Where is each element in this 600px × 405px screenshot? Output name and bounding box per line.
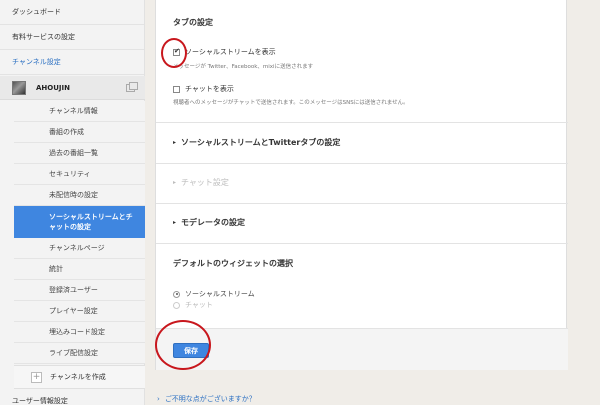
sidebar-item-security[interactable]: セキュリティ — [14, 164, 145, 185]
radio-label: チャット — [185, 301, 213, 309]
sidebar-item-live-settings[interactable]: ライブ配信設定 — [14, 343, 145, 364]
sidebar-item-label: 過去の番組一覧 — [49, 149, 98, 157]
sidebar-item-label: ソーシャルストリームとチ ャットの設定 — [49, 212, 133, 231]
divider — [156, 243, 568, 244]
sidebar-item-label: 有料サービスの設定 — [12, 33, 75, 41]
chat-label: チャットを表示 — [185, 85, 234, 93]
moderator-section-toggle[interactable]: ▸ モデレータの設定 — [173, 217, 245, 228]
social-stream-option[interactable]: ソーシャルストリームを表示 — [173, 47, 276, 57]
divider — [156, 122, 568, 123]
settings-panel: タブの設定 ソーシャルストリームを表示 メッセージが Twitter、Faceb… — [155, 0, 568, 370]
divider — [156, 203, 568, 204]
widget-radio-social[interactable]: ソーシャルストリーム — [173, 289, 255, 299]
chevron-right-icon: › — [157, 395, 160, 403]
sidebar-item-label: チャンネルページ — [49, 244, 105, 252]
sidebar-item-label: ユーザー情報設定 — [12, 397, 68, 405]
sidebar-item-past-programs[interactable]: 過去の番組一覧 — [14, 143, 145, 164]
section-label: ソーシャルストリームとTwitterタブの設定 — [181, 138, 341, 147]
chat-checkbox[interactable] — [173, 85, 180, 93]
create-channel-button[interactable]: + チャンネルを作成 — [14, 365, 145, 389]
default-widget-title: デフォルトのウィジェットの選択 — [173, 259, 293, 268]
caret-right-icon: ▸ — [173, 179, 177, 186]
sidebar-item-label: チャンネル情報 — [49, 107, 98, 115]
sidebar-item-paid-services[interactable]: 有料サービスの設定 — [0, 25, 144, 50]
help-link-label: ご不明な点がございますか？ — [164, 395, 256, 403]
create-channel-label: チャンネルを作成 — [50, 373, 106, 381]
tab-settings-title: タブの設定 — [173, 18, 213, 27]
chat-description: 視聴者へのメッセージがチャットで送信されます。このメッセージはSNSには送信され… — [173, 100, 409, 106]
sidebar: ダッシュボード 有料サービスの設定 チャンネル設定 AHOUJIN チャンネル情… — [0, 0, 145, 405]
form-footer: 保存 — [156, 328, 568, 370]
sidebar-item-offline-settings[interactable]: 未配信時の設定 — [14, 185, 145, 206]
sidebar-item-statistics[interactable]: 統計 — [14, 259, 145, 280]
sidebar-item-label: チャンネル設定 — [12, 58, 61, 66]
sidebar-item-label: ダッシュボード — [12, 8, 61, 16]
channel-selector[interactable]: AHOUJIN — [0, 76, 145, 100]
sidebar-item-label: 登録済ユーザー — [49, 286, 98, 294]
sidebar-item-label: 未配信時の設定 — [49, 191, 98, 199]
sidebar-item-user-info[interactable]: ユーザー情報設定 — [0, 396, 145, 405]
sidebar-item-create-program[interactable]: 番組の作成 — [14, 122, 145, 143]
save-button[interactable]: 保存 — [173, 343, 209, 358]
sidebar-item-social-chat-settings[interactable]: ソーシャルストリームとチ ャットの設定 — [14, 206, 145, 238]
widget-radio-chat[interactable]: チャット — [173, 300, 213, 310]
sidebar-item-label: ライブ配信設定 — [49, 349, 98, 357]
main-content: タブの設定 ソーシャルストリームを表示 メッセージが Twitter、Faceb… — [145, 0, 600, 405]
caret-right-icon: ▸ — [173, 139, 177, 146]
copy-icon[interactable] — [126, 82, 138, 92]
avatar — [12, 80, 26, 95]
sidebar-item-channel-settings[interactable]: チャンネル設定 — [0, 50, 144, 75]
sidebar-item-embed-code[interactable]: 埋込みコード設定 — [14, 322, 145, 343]
sidebar-item-label: 統計 — [49, 265, 63, 273]
sidebar-item-label: プレイヤー設定 — [49, 307, 98, 315]
sidebar-item-player-settings[interactable]: プレイヤー設定 — [14, 301, 145, 322]
section-label: チャット設定 — [181, 178, 229, 187]
channel-name: AHOUJIN — [36, 83, 70, 92]
channel-submenu: チャンネル情報 番組の作成 過去の番組一覧 セキュリティ 未配信時の設定 ソーシ… — [14, 101, 145, 364]
sidebar-item-label: 埋込みコード設定 — [49, 328, 105, 336]
radio-button[interactable] — [173, 290, 180, 298]
help-link[interactable]: › ご不明な点がございますか？ — [157, 394, 256, 404]
social-stream-description: メッセージが Twitter、Facebook、mixiに送信されます — [173, 64, 314, 70]
sidebar-item-channel-page[interactable]: チャンネルページ — [14, 238, 145, 259]
section-label: モデレータの設定 — [181, 218, 246, 227]
divider — [156, 163, 568, 164]
radio-label: ソーシャルストリーム — [185, 290, 255, 298]
sidebar-item-label: セキュリティ — [49, 170, 91, 178]
social-stream-checkbox[interactable] — [173, 47, 180, 56]
sidebar-item-channel-info[interactable]: チャンネル情報 — [14, 101, 145, 122]
social-twitter-section-toggle[interactable]: ▸ ソーシャルストリームとTwitterタブの設定 — [173, 137, 340, 148]
caret-right-icon: ▸ — [173, 219, 177, 226]
plus-icon: + — [31, 371, 42, 383]
social-stream-label: ソーシャルストリームを表示 — [185, 48, 276, 56]
chat-option[interactable]: チャットを表示 — [173, 84, 234, 94]
sidebar-item-label: 番組の作成 — [49, 128, 84, 136]
sidebar-item-dashboard[interactable]: ダッシュボード — [0, 0, 144, 25]
sidebar-item-registered-users[interactable]: 登録済ユーザー — [14, 280, 145, 301]
radio-button[interactable] — [173, 301, 180, 309]
chat-section-toggle[interactable]: ▸ チャット設定 — [173, 177, 229, 188]
